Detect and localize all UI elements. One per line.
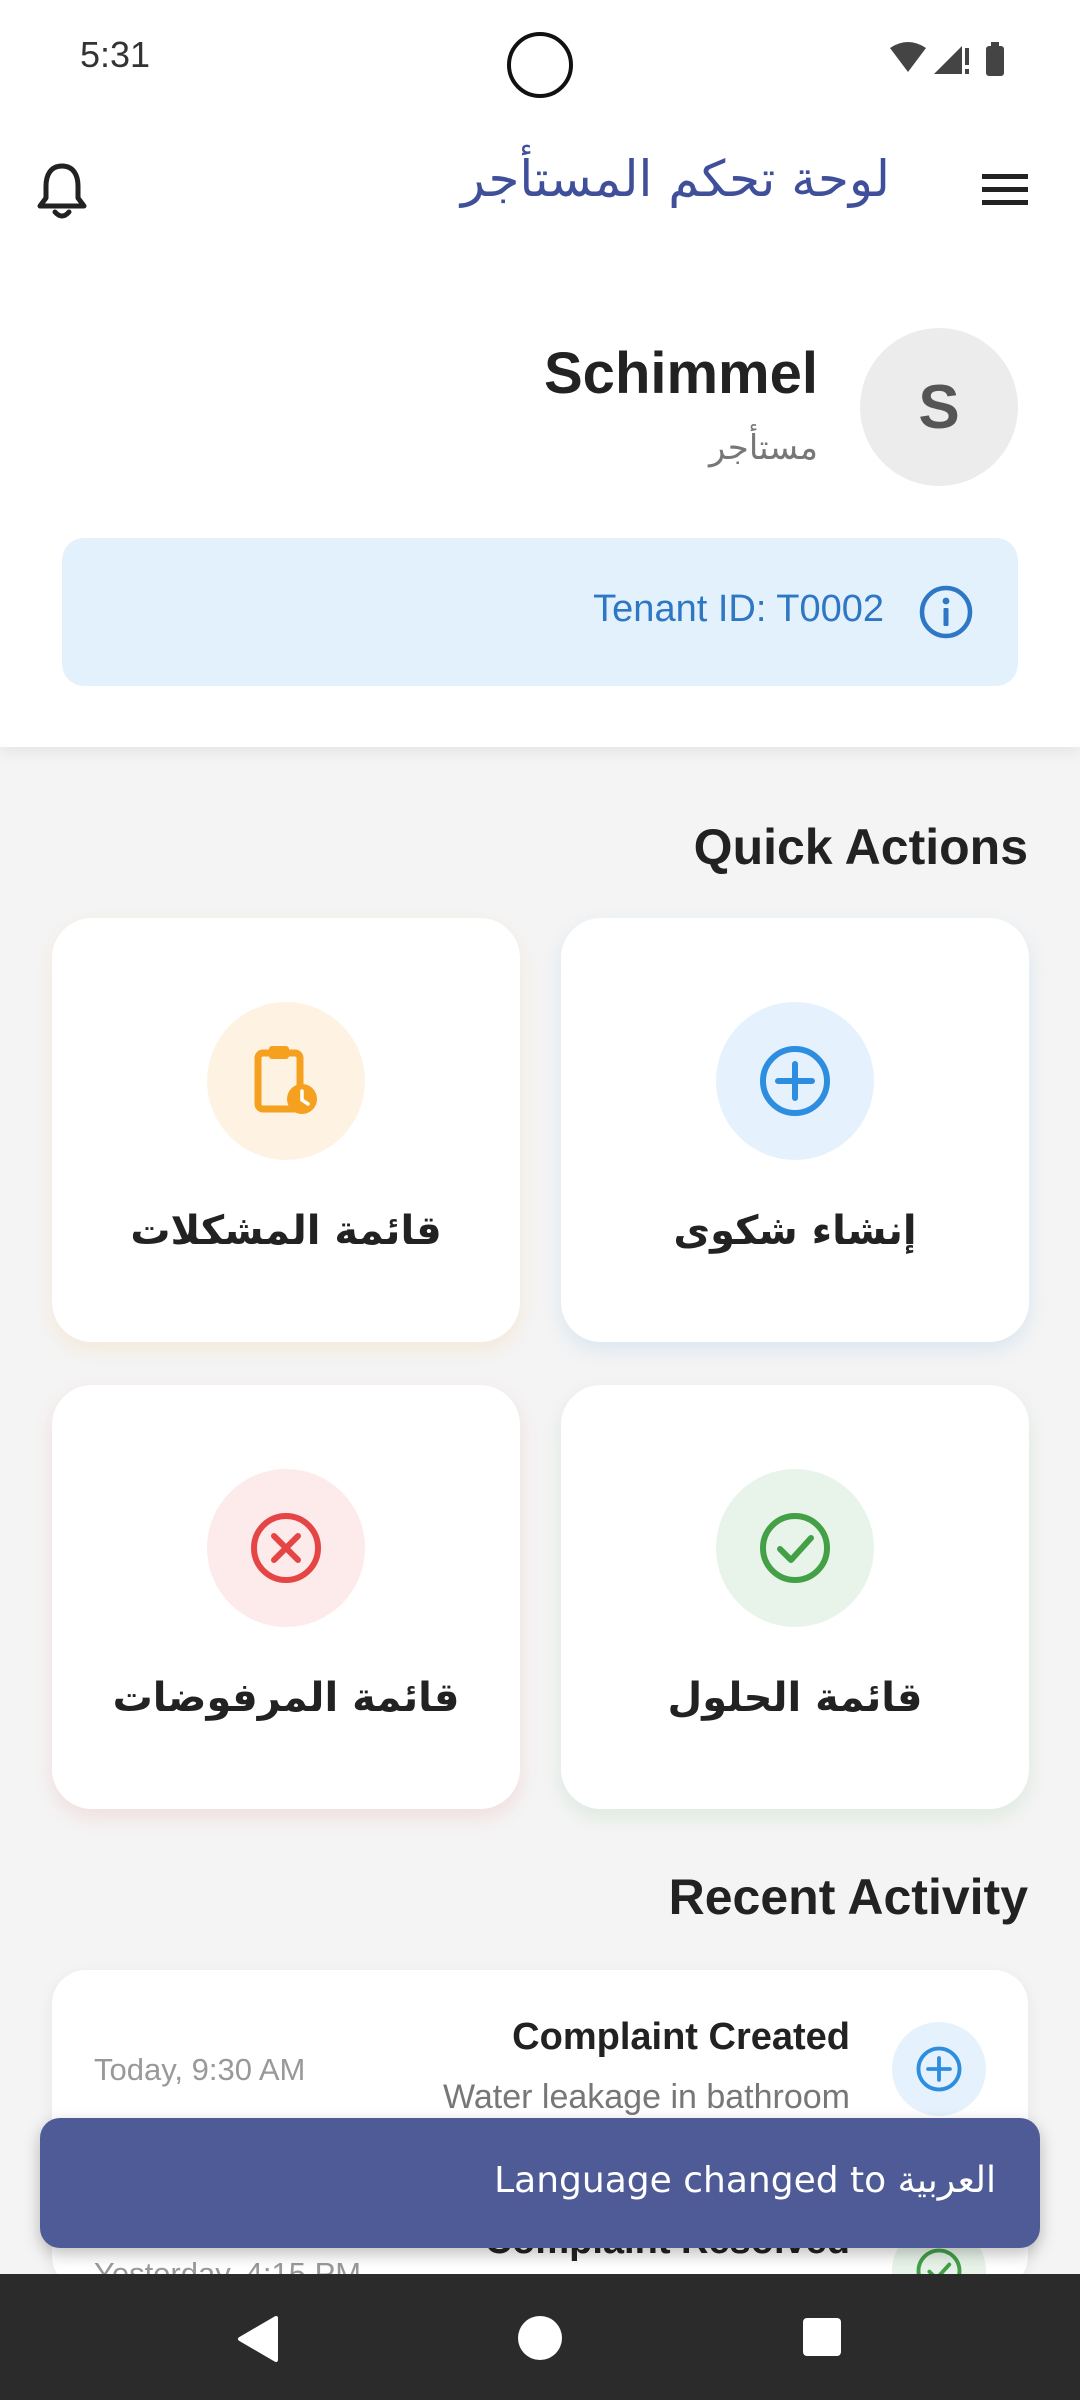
- system-navigation-bar: [0, 2274, 1080, 2400]
- status-time: 5:31: [80, 34, 151, 75]
- check-circle-icon: [760, 1513, 830, 1583]
- rejected-list-card[interactable]: قائمة المرفوضات: [52, 1385, 520, 1809]
- recent-activity-title: Recent Activity: [668, 1869, 1028, 1925]
- tenant-id-box: Tenant ID: T0002: [62, 538, 1018, 686]
- add-circle-icon: [916, 2046, 962, 2092]
- user-role: مستأجر: [709, 428, 818, 468]
- quick-actions-title: Quick Actions: [693, 819, 1028, 875]
- create-complaint-card[interactable]: إنشاء شكوى: [561, 918, 1029, 1342]
- tenant-id-text: Tenant ID: T0002: [593, 588, 884, 630]
- recents-icon[interactable]: [801, 2316, 843, 2358]
- snackbar: Language changed to العربية: [40, 2118, 1040, 2248]
- app-title: لوحة تحكم المستأجر: [460, 150, 890, 208]
- menu-icon[interactable]: [980, 170, 1030, 210]
- create-complaint-label: إنشاء شكوى: [673, 1208, 917, 1254]
- activity-time: Today, 9:30 AM: [94, 2052, 306, 2087]
- issues-list-card[interactable]: قائمة المشكلات: [52, 918, 520, 1342]
- status-icons: [890, 42, 1004, 76]
- back-icon[interactable]: [234, 2314, 280, 2364]
- rejected-icon-circle: [207, 1469, 365, 1627]
- issues-icon-circle: [207, 1002, 365, 1160]
- clipboard-clock-icon: [254, 1046, 317, 1114]
- info-icon[interactable]: [918, 584, 974, 640]
- add-circle-icon: [760, 1046, 830, 1116]
- activity-subtitle: Water leakage in bathroom: [443, 2078, 850, 2116]
- signal-alert-icon: [965, 48, 969, 65]
- battery-icon: [986, 46, 1004, 76]
- cancel-circle-icon: [251, 1513, 321, 1583]
- home-icon[interactable]: [516, 2314, 564, 2362]
- rejected-list-label: قائمة المرفوضات: [112, 1675, 460, 1721]
- wifi-icon: [890, 42, 926, 72]
- solutions-list-card[interactable]: قائمة الحلول: [561, 1385, 1029, 1809]
- issues-list-label: قائمة المشكلات: [130, 1208, 442, 1254]
- solutions-icon-circle: [716, 1469, 874, 1627]
- snackbar-message: Language changed to العربية: [494, 2160, 996, 2201]
- create-icon-circle: [716, 1002, 874, 1160]
- activity-title: Complaint Created: [512, 2016, 850, 2058]
- signal-icon: [934, 46, 962, 74]
- activity-icon-circle: [892, 2022, 986, 2116]
- user-name: Schimmel: [544, 341, 818, 406]
- solutions-list-label: قائمة الحلول: [667, 1675, 923, 1721]
- notification-bell-icon[interactable]: [36, 160, 88, 220]
- camera-cutout: [507, 32, 573, 98]
- avatar: S: [860, 328, 1018, 486]
